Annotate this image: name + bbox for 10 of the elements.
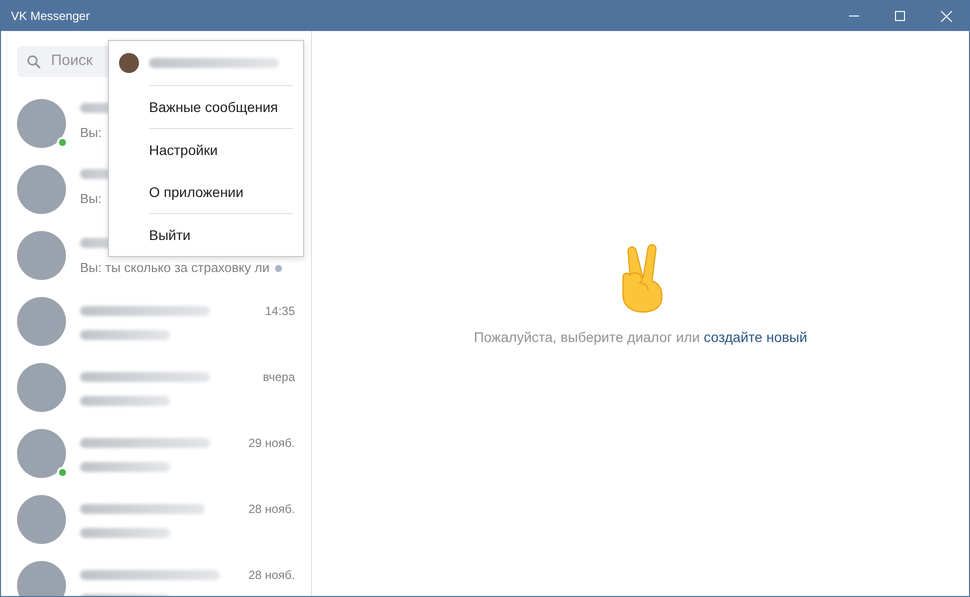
message-preview: Вы: [80, 124, 102, 142]
message-time: вчера [262, 369, 295, 386]
window-title: VK Messenger [10, 8, 91, 25]
message-time: 29 нояб. [248, 435, 295, 452]
message-time: 14:35 [264, 303, 295, 320]
message-time: 28 нояб. [248, 567, 295, 584]
empty-state-message: Пожалуйста, выберите диалог или создайте новый [474, 328, 808, 347]
message-preview: Вы: [80, 190, 102, 208]
message-preview: Вы: ты сколько за страховку ли [80, 259, 270, 278]
message-time: 28 нояб. [248, 501, 295, 518]
